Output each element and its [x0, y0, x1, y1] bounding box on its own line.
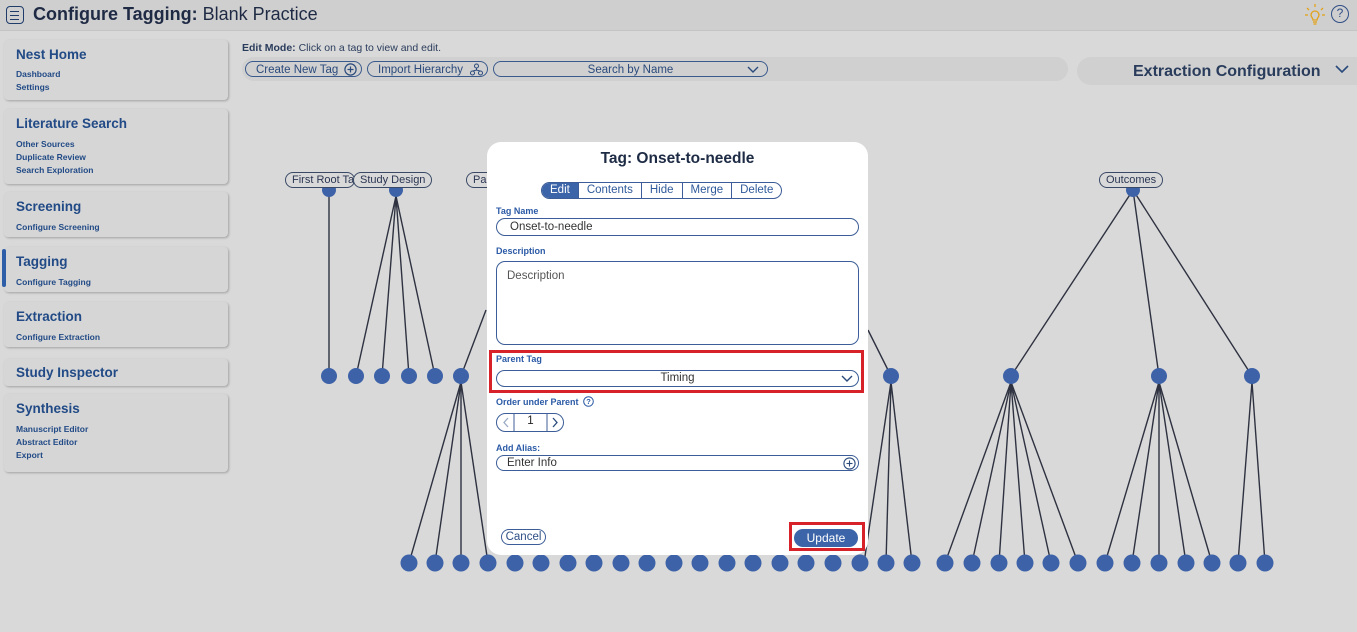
add-alias-input[interactable]: Enter Info: [496, 455, 859, 471]
info-icon[interactable]: ?: [583, 396, 594, 407]
tree-node[interactable]: [1256, 554, 1274, 572]
tab-delete[interactable]: Delete: [731, 183, 781, 198]
tree-node[interactable]: [691, 554, 709, 572]
tree-node[interactable]: [1151, 368, 1167, 384]
tag-name-label: Tag Name: [496, 206, 539, 216]
tree-node[interactable]: [851, 554, 869, 572]
add-alias-placeholder: Enter Info: [507, 457, 557, 469]
tree-node[interactable]: [771, 554, 789, 572]
tree-edge: [381, 195, 397, 377]
tree-edge: [1251, 381, 1266, 564]
tree-node[interactable]: [963, 554, 981, 572]
description-label: Description: [496, 246, 546, 256]
tree-edge: [1132, 189, 1253, 377]
tree-node[interactable]: [427, 368, 443, 384]
order-under-parent-label: Order under Parent ?: [496, 396, 594, 407]
tree-node[interactable]: [1229, 554, 1247, 572]
tree-node[interactable]: [1123, 554, 1141, 572]
tree-edge: [890, 381, 913, 564]
tree-node[interactable]: [401, 368, 417, 384]
tree-node[interactable]: [348, 368, 364, 384]
tree-node[interactable]: [1003, 368, 1019, 384]
tree-node[interactable]: [797, 554, 815, 572]
tree-node[interactable]: [506, 554, 524, 572]
update-button-highlight: [789, 522, 865, 551]
tree-edge: [460, 381, 489, 564]
tree-edge: [1132, 189, 1160, 377]
tag-name-value: Onset-to-needle: [510, 221, 593, 233]
tab-merge[interactable]: Merge: [681, 183, 732, 198]
tree-node[interactable]: [718, 554, 736, 572]
modal-title: Tag: Onset-to-needle: [600, 150, 755, 167]
tree-node[interactable]: [452, 554, 470, 572]
tree-edge: [355, 195, 397, 377]
tree-edge: [460, 309, 487, 377]
tree-edge: [408, 381, 462, 564]
tree-root-study-design[interactable]: Study Design: [353, 172, 433, 188]
tree-node[interactable]: [1150, 554, 1168, 572]
tree-node[interactable]: [883, 368, 899, 384]
tag-edit-modal: Tag: Onset-to-needle Edit Contents Hide …: [487, 142, 868, 555]
tree-node[interactable]: [1244, 368, 1260, 384]
parent-tag-highlight: [489, 350, 864, 393]
tree-node[interactable]: [559, 554, 577, 572]
tree-edge: [1237, 381, 1253, 564]
order-stepper[interactable]: 1: [496, 413, 564, 432]
description-placeholder: Description: [507, 270, 565, 282]
modal-tabs: Edit Contents Hide Merge Delete: [541, 182, 783, 199]
tree-node[interactable]: [1016, 554, 1034, 572]
description-textarea[interactable]: Description: [496, 261, 859, 345]
tree-node[interactable]: [374, 368, 390, 384]
tree-node[interactable]: [936, 554, 954, 572]
plus-circle-icon[interactable]: [843, 456, 856, 470]
tree-node[interactable]: [1177, 554, 1195, 572]
tree-node[interactable]: [877, 554, 895, 572]
increment-icon[interactable]: [546, 414, 564, 431]
tab-contents[interactable]: Contents: [577, 183, 641, 198]
tree-node[interactable]: [612, 554, 630, 572]
cancel-button[interactable]: Cancel: [501, 529, 546, 545]
order-under-parent-text: Order under Parent: [496, 397, 579, 407]
tree-root-outcomes[interactable]: Outcomes: [1099, 172, 1164, 188]
tree-edge: [1131, 381, 1160, 564]
svg-text:?: ?: [586, 397, 591, 406]
tree-node[interactable]: [532, 554, 550, 572]
tree-edge: [1158, 381, 1187, 564]
tree-node[interactable]: [1042, 554, 1060, 572]
tree-node[interactable]: [426, 554, 444, 572]
order-value: 1: [527, 415, 534, 427]
tree-edge: [434, 381, 462, 564]
tree-node[interactable]: [321, 368, 337, 384]
tree-edge: [1158, 381, 1213, 564]
tag-name-input[interactable]: Onset-to-needle: [496, 218, 859, 236]
tree-edge: [1010, 189, 1134, 377]
tree-node[interactable]: [585, 554, 603, 572]
tree-node[interactable]: [1069, 554, 1087, 572]
tree-node[interactable]: [903, 554, 921, 572]
tree-node[interactable]: [990, 554, 1008, 572]
tree-node[interactable]: [665, 554, 683, 572]
tree-node[interactable]: [1096, 554, 1114, 572]
tab-hide[interactable]: Hide: [640, 183, 682, 198]
tree-node[interactable]: [479, 554, 497, 572]
tree-node[interactable]: [638, 554, 656, 572]
tab-edit[interactable]: Edit: [542, 183, 578, 198]
tree-node[interactable]: [824, 554, 842, 572]
tree-node[interactable]: [453, 368, 469, 384]
tree-edge: [1010, 381, 1026, 564]
tree-edge: [1104, 381, 1160, 564]
tree-node[interactable]: [1203, 554, 1221, 572]
decrement-icon[interactable]: [497, 414, 515, 431]
add-alias-label: Add Alias:: [496, 443, 541, 453]
tree-node[interactable]: [400, 554, 418, 572]
tree-root-first-root-tag[interactable]: First Root Ta: [285, 172, 355, 188]
tree-node[interactable]: [744, 554, 762, 572]
